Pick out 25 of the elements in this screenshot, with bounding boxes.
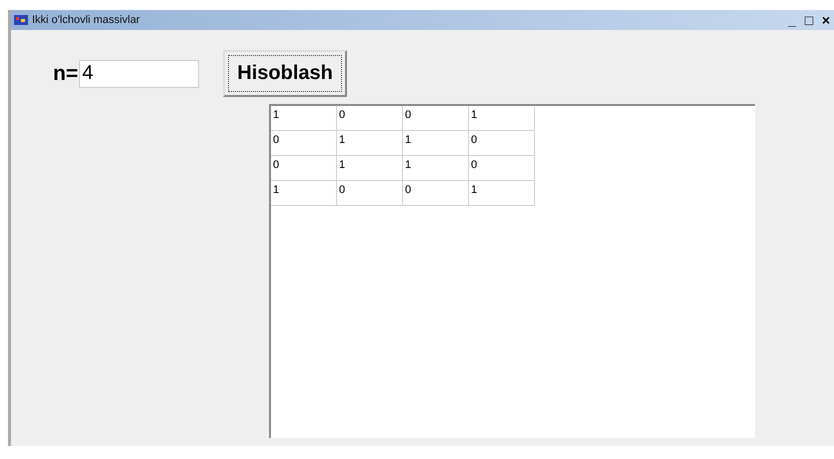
table-cell: 0 bbox=[469, 156, 535, 181]
calculate-button[interactable]: Hisoblash bbox=[223, 50, 348, 97]
table-cell: 0 bbox=[337, 106, 403, 131]
table-cell: 1 bbox=[337, 131, 403, 156]
window-title: Ikki o'lchovli massivlar bbox=[32, 14, 140, 26]
table-cell: 1 bbox=[469, 106, 535, 131]
table-cell: 0 bbox=[403, 106, 469, 131]
table-cell: 1 bbox=[403, 131, 469, 156]
app-icon bbox=[14, 14, 28, 26]
table-cell: 1 bbox=[337, 156, 403, 181]
window-control[interactable]: _ bbox=[784, 12, 800, 28]
table-cell: 1 bbox=[403, 156, 469, 181]
table-cell: 0 bbox=[337, 181, 403, 206]
table-cell: 0 bbox=[469, 131, 535, 156]
window-control[interactable]: □ bbox=[801, 12, 817, 28]
n-label: n= bbox=[53, 62, 78, 86]
table-cell: 0 bbox=[271, 131, 337, 156]
window-control[interactable]: × bbox=[818, 12, 834, 28]
input-field[interactable]: 4 bbox=[79, 60, 200, 88]
string-grid[interactable]: 1 0 0 1 0 1 1 0 0 1 1 0 1 0 0 1 bbox=[269, 104, 755, 438]
table-cell: 1 bbox=[271, 106, 337, 131]
table-cell: 1 bbox=[469, 181, 535, 206]
table-cell: 1 bbox=[271, 181, 337, 206]
table-cell: 0 bbox=[403, 181, 469, 206]
table-cell: 0 bbox=[271, 156, 337, 181]
